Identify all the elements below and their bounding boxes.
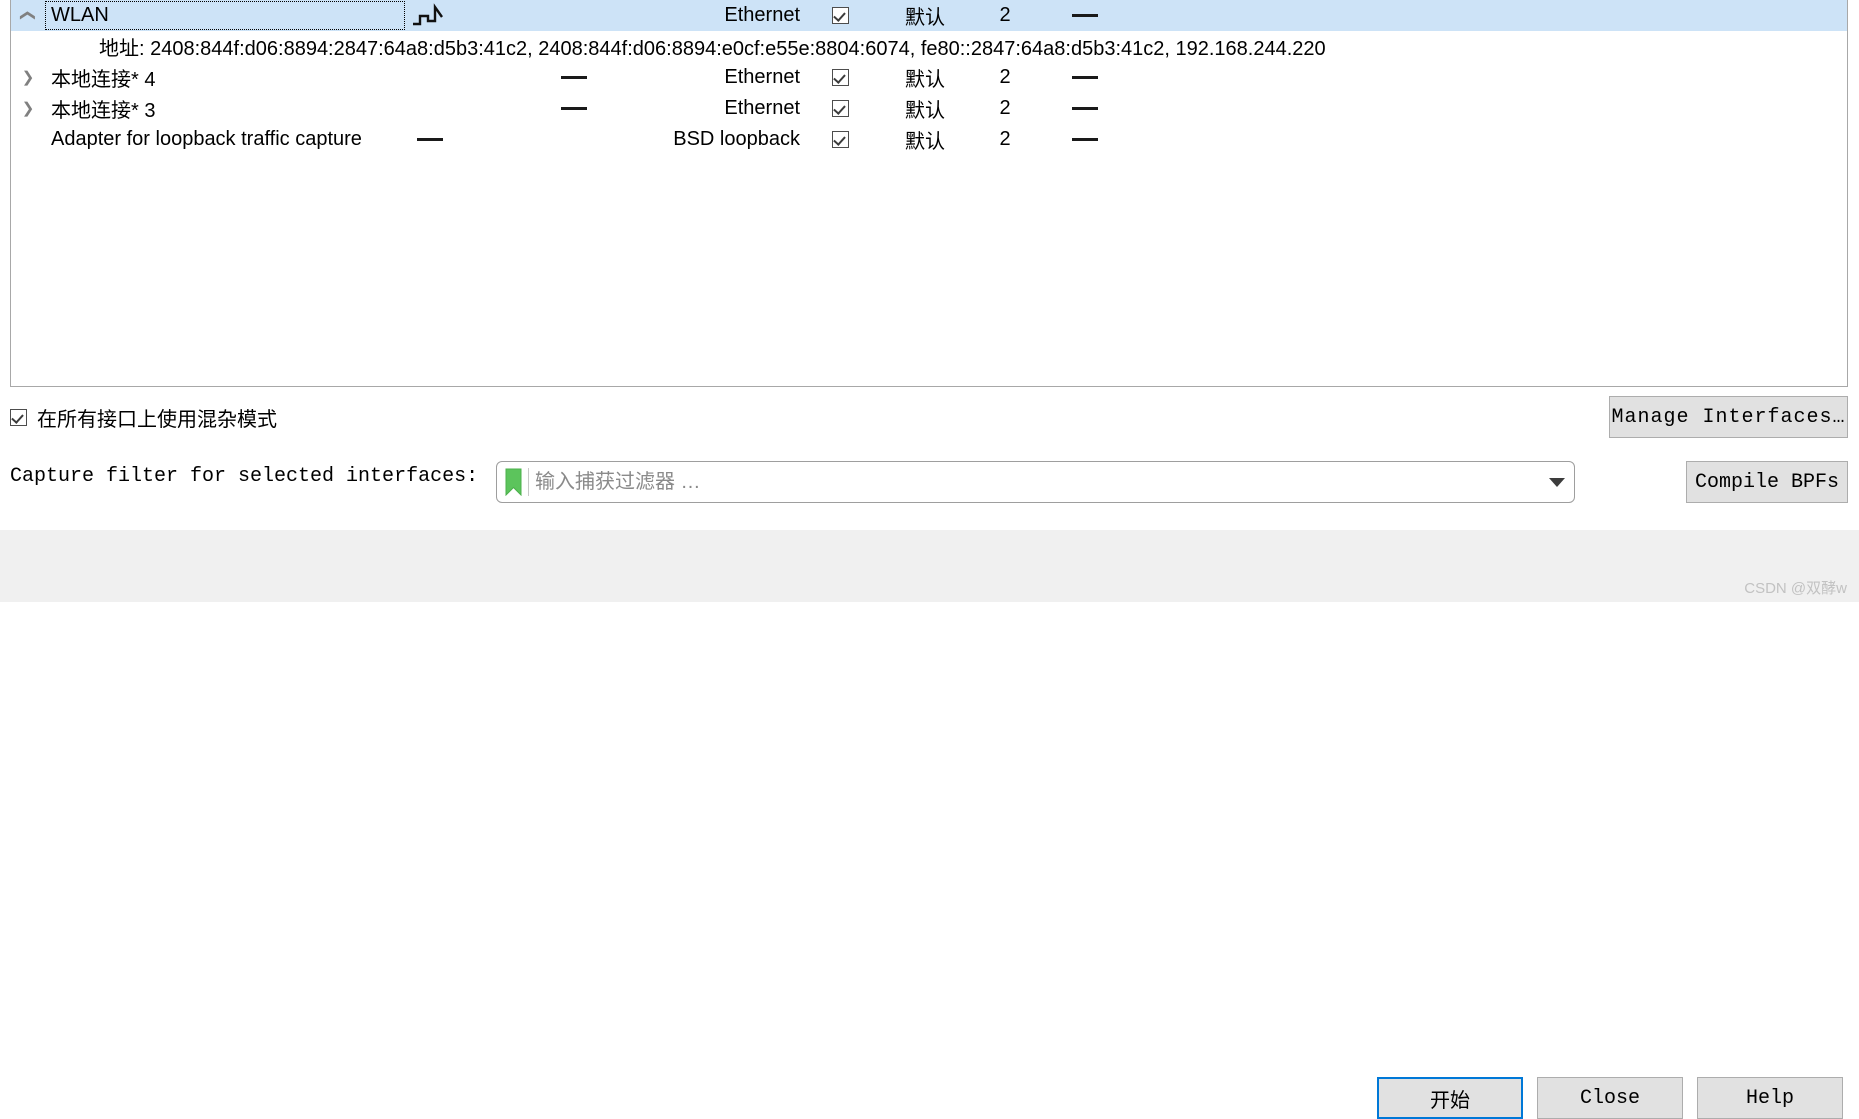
buffer-value: 2 bbox=[999, 4, 1011, 26]
checkbox-glyph bbox=[831, 131, 849, 148]
sparkline-icon bbox=[413, 2, 443, 25]
promiscuous-all-label: 在所有接口上使用混杂模式 bbox=[37, 409, 277, 431]
table-row[interactable]: ❯ 本地连接* 4 Ethernet 默认 2 bbox=[11, 62, 1847, 93]
buffer-value: 2 bbox=[999, 97, 1011, 119]
em-dash-icon bbox=[1072, 14, 1098, 18]
help-button[interactable]: Help bbox=[1697, 1077, 1843, 1119]
monitor-mode-value bbox=[1040, 128, 1130, 151]
promiscuous-checkbox[interactable] bbox=[800, 69, 880, 86]
promiscuous-all-option[interactable]: 在所有接口上使用混杂模式 bbox=[10, 403, 277, 432]
checkbox-glyph bbox=[831, 100, 849, 117]
link-layer-header: Ethernet bbox=[724, 66, 800, 88]
close-button[interactable]: Close bbox=[1537, 1077, 1683, 1119]
interface-name: 本地连接* 3 bbox=[51, 100, 156, 122]
em-dash-icon bbox=[417, 138, 443, 141]
checkbox-glyph bbox=[831, 7, 849, 24]
promiscuous-checkbox[interactable] bbox=[800, 7, 880, 24]
snaplen-value: 默认 bbox=[905, 7, 945, 29]
monitor-mode-value bbox=[1040, 97, 1130, 120]
interface-name: 本地连接* 4 bbox=[51, 69, 156, 91]
link-layer-header: Ethernet bbox=[724, 4, 800, 26]
promiscuous-checkbox[interactable] bbox=[800, 131, 880, 148]
chevron-right-icon[interactable]: ❯ bbox=[11, 101, 45, 116]
em-dash-icon bbox=[561, 107, 587, 110]
em-dash-icon bbox=[1072, 107, 1098, 111]
divider bbox=[528, 468, 529, 496]
start-button[interactable]: 开始 bbox=[1377, 1077, 1523, 1119]
checkbox-glyph bbox=[10, 409, 27, 426]
watermark: CSDN @双酵w bbox=[1744, 580, 1847, 597]
interface-list[interactable]: ❮ WLAN Ethernet 默认 2 地址: 2408:844f:d06:8… bbox=[10, 0, 1848, 387]
table-row[interactable]: ❯ 本地连接* 3 Ethernet 默认 2 bbox=[11, 93, 1847, 124]
traffic-sparkline bbox=[405, 76, 650, 79]
traffic-sparkline bbox=[405, 107, 650, 110]
capture-filter-combobox[interactable] bbox=[496, 461, 1575, 503]
chevron-down-icon[interactable]: ❮ bbox=[20, 0, 37, 33]
interface-name: WLAN bbox=[45, 1, 405, 30]
dialog-button-bar: 开始 Close Help CSDN @双酵w bbox=[0, 530, 1859, 1119]
interface-name: Adapter for loopback traffic capture bbox=[51, 128, 362, 150]
traffic-sparkline bbox=[405, 2, 650, 29]
manage-interfaces-button[interactable]: Manage Interfaces… bbox=[1609, 396, 1848, 438]
chevron-down-icon[interactable] bbox=[1540, 477, 1574, 487]
link-layer-header: Ethernet bbox=[724, 97, 800, 119]
compile-bpfs-button[interactable]: Compile BPFs bbox=[1686, 461, 1848, 503]
capture-filter-input[interactable] bbox=[535, 470, 1540, 494]
capture-filter-label: Capture filter for selected interfaces: bbox=[10, 465, 479, 488]
checkbox-glyph bbox=[831, 69, 849, 86]
chevron-right-icon[interactable]: ❯ bbox=[11, 70, 45, 85]
table-row[interactable]: ❮ WLAN Ethernet 默认 2 bbox=[11, 0, 1847, 31]
table-row[interactable]: Adapter for loopback traffic capture BSD… bbox=[11, 124, 1847, 155]
link-layer-header: BSD loopback bbox=[673, 128, 800, 150]
buffer-value: 2 bbox=[999, 128, 1011, 150]
buffer-value: 2 bbox=[999, 66, 1011, 88]
monitor-mode-value bbox=[1040, 66, 1130, 89]
em-dash-icon bbox=[1072, 76, 1098, 80]
monitor-mode-value bbox=[1040, 4, 1130, 27]
em-dash-icon bbox=[561, 76, 587, 79]
bookmark-icon[interactable] bbox=[504, 468, 523, 496]
traffic-sparkline bbox=[405, 138, 650, 141]
interface-address-detail: 地址: 2408:844f:d06:8894:2847:64a8:d5b3:41… bbox=[99, 38, 1326, 60]
snaplen-value: 默认 bbox=[905, 100, 945, 122]
snaplen-value: 默认 bbox=[905, 69, 945, 91]
em-dash-icon bbox=[1072, 138, 1098, 142]
snaplen-value: 默认 bbox=[905, 131, 945, 153]
promiscuous-checkbox[interactable] bbox=[800, 100, 880, 117]
